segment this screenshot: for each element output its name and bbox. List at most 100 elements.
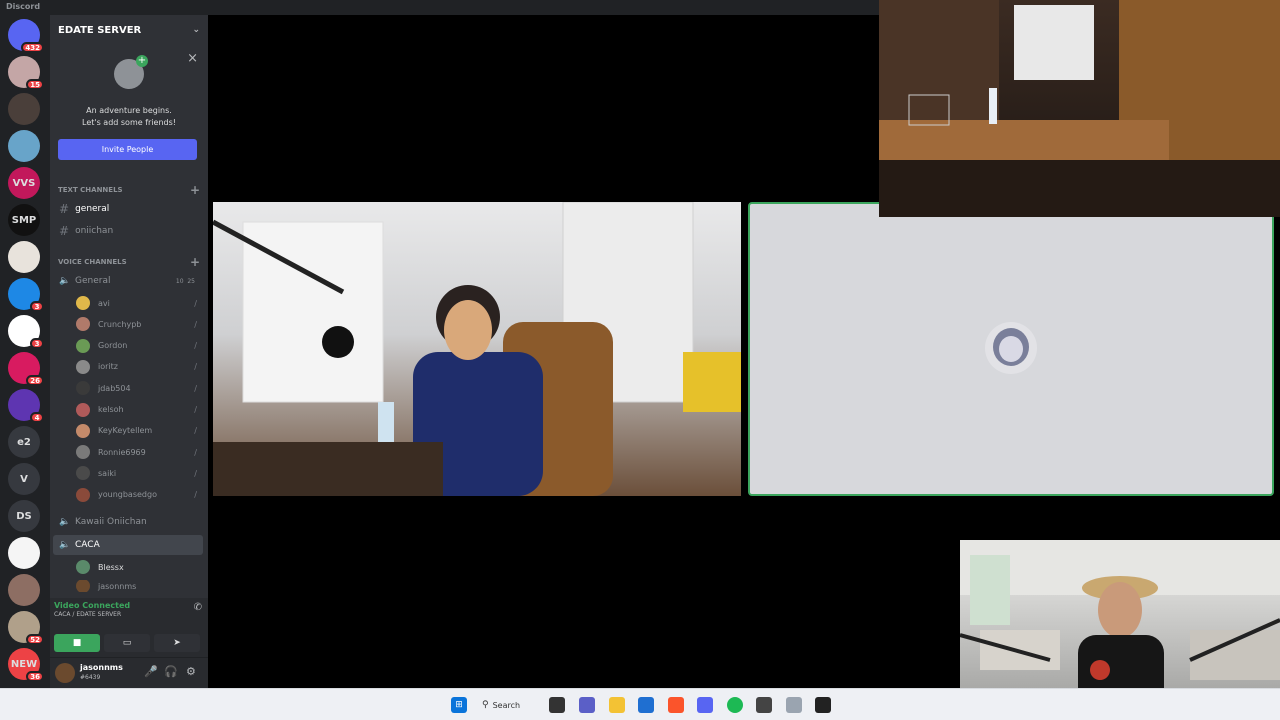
user-tag: #6439 — [80, 674, 101, 681]
mute-icon[interactable]: 🎤 — [144, 665, 158, 678]
server-icon[interactable]: 26 — [8, 352, 44, 386]
voice-user[interactable]: Ronnie6969 ∕ — [76, 443, 203, 461]
voice-user[interactable]: KeyKeytellem ∕ — [76, 422, 203, 440]
hash-icon: # — [59, 202, 70, 216]
windows-taskbar: ⊞ ⚲ Search — [0, 688, 1280, 720]
server-icon[interactable] — [8, 93, 40, 125]
speaker-icon: 🔈 — [59, 517, 71, 527]
avatar — [76, 423, 90, 438]
avatar — [76, 338, 90, 353]
voice-user-name: jdab504 — [98, 383, 131, 393]
voice-user[interactable]: ioritz ∕ — [76, 358, 203, 376]
voice-user[interactable]: Blessx — [76, 558, 203, 576]
activity-button[interactable]: ➤ — [154, 634, 200, 652]
server-icon[interactable]: DS — [8, 500, 40, 532]
avatar — [76, 445, 90, 460]
chat-icon[interactable] — [579, 697, 595, 713]
channel-label: general — [75, 204, 110, 214]
channel-oniichan[interactable]: # oniichan — [53, 221, 203, 241]
server-icon[interactable]: VVS — [8, 167, 40, 199]
server-icon[interactable] — [8, 537, 40, 569]
voice-user-name: kelsoh — [98, 405, 124, 414]
server-icon[interactable] — [8, 574, 40, 606]
voice-channel-general[interactable]: 🔈 General 10 25 — [53, 271, 203, 291]
voice-user[interactable]: saiki ∕ — [76, 464, 203, 482]
server-icon[interactable]: 3 — [8, 315, 44, 349]
avatar — [76, 466, 90, 481]
speaker-icon: 🔈 — [59, 540, 71, 550]
disconnect-icon[interactable]: ✆ — [194, 602, 202, 613]
voice-user[interactable]: jdab504 ∕ — [76, 379, 203, 397]
channel-label: Kawaii Oniichan — [75, 517, 147, 527]
mention-badge: 52 — [26, 634, 44, 645]
voice-channel-caca[interactable]: 🔈 CACA — [53, 535, 203, 555]
channel-general[interactable]: # general — [53, 199, 203, 219]
video-tile-avatar[interactable] — [748, 202, 1274, 496]
store-icon[interactable] — [638, 697, 654, 713]
voice-user[interactable]: youngbasedgo ∕ — [76, 486, 203, 504]
server-header[interactable]: EDATE SERVER ⌄ — [50, 15, 208, 45]
start-icon[interactable]: ⊞ — [451, 697, 467, 713]
server-icon[interactable]: 3 — [8, 278, 44, 312]
voice-channel-path[interactable]: CACA / EDATE SERVER — [54, 611, 121, 618]
brave-icon[interactable] — [668, 697, 684, 713]
obs-icon[interactable] — [815, 697, 831, 713]
avatar — [76, 359, 90, 374]
screen-share-button[interactable]: ▭ — [104, 634, 150, 652]
muted-mic-icon: ∕ — [194, 383, 197, 393]
avatar[interactable] — [55, 663, 75, 683]
file-explorer-icon[interactable] — [609, 697, 625, 713]
voice-user[interactable]: kelsoh ∕ — [76, 401, 203, 419]
streamer-room-camera — [879, 0, 1280, 217]
webcam-scene — [213, 202, 741, 496]
server-icon[interactable]: SMP — [8, 204, 40, 236]
gear-icon[interactable]: ⚙ — [186, 665, 196, 678]
voice-user[interactable]: avi ∕ — [76, 294, 203, 312]
app-icon[interactable] — [786, 697, 802, 713]
voice-user-name: jasonnms — [98, 581, 137, 591]
video-button[interactable]: ■ — [54, 634, 100, 652]
mention-badge: 15 — [26, 79, 44, 90]
task-view-icon[interactable] — [549, 697, 565, 713]
server-icon[interactable]: NEW 36 — [8, 648, 44, 682]
server-icon[interactable]: V — [8, 463, 40, 495]
server-label: e2 — [17, 436, 31, 448]
app-icon[interactable] — [756, 697, 772, 713]
video-tile-webcam[interactable] — [213, 202, 741, 496]
server-icon[interactable]: 15 — [8, 56, 44, 90]
server-icon[interactable]: e2 — [8, 426, 40, 458]
camera-icon: ■ — [72, 638, 82, 648]
mention-badge: 3 — [30, 301, 44, 312]
voice-channels-category[interactable]: VOICE CHANNELS + — [50, 255, 208, 269]
mention-badge: 26 — [26, 375, 44, 386]
server-icon[interactable]: 432 — [8, 19, 44, 53]
category-label: TEXT CHANNELS — [58, 186, 123, 194]
voice-user-name: saiki — [98, 468, 117, 478]
invite-people-button[interactable]: Invite People — [58, 139, 197, 160]
server-icon[interactable]: 52 — [8, 611, 44, 645]
voice-user[interactable]: Crunchypb ∕ — [76, 315, 203, 333]
muted-mic-icon: ∕ — [194, 490, 197, 500]
add-channel-icon[interactable]: + — [190, 183, 200, 197]
voice-user-name: Crunchypb — [98, 319, 142, 329]
headphones-icon[interactable]: 🎧 — [164, 665, 178, 678]
server-icon[interactable] — [8, 130, 40, 162]
avatar — [985, 322, 1037, 374]
muted-mic-icon: ∕ — [194, 447, 197, 457]
spotify-icon[interactable] — [727, 697, 743, 713]
voice-channel-kawaii-oniichan[interactable]: 🔈 Kawaii Oniichan — [53, 512, 203, 532]
add-channel-icon[interactable]: + — [190, 255, 200, 269]
discord-icon[interactable] — [697, 697, 713, 713]
voice-user[interactable]: jasonnms — [76, 580, 203, 592]
taskbar-search[interactable]: ⚲ Search — [482, 696, 532, 714]
voice-user[interactable]: Gordon ∕ — [76, 337, 203, 355]
server-icon[interactable]: 4 — [8, 389, 44, 423]
voice-user-name: Gordon — [98, 341, 128, 351]
avatar — [76, 317, 90, 332]
server-icon[interactable] — [8, 241, 40, 273]
rocket-icon: ➤ — [173, 638, 181, 648]
close-icon[interactable]: × — [187, 51, 198, 66]
text-channels-category[interactable]: TEXT CHANNELS + — [50, 183, 208, 197]
channel-sidebar: EDATE SERVER ⌄ × An adventure begins. Le… — [50, 15, 208, 688]
hash-icon: # — [59, 224, 70, 238]
